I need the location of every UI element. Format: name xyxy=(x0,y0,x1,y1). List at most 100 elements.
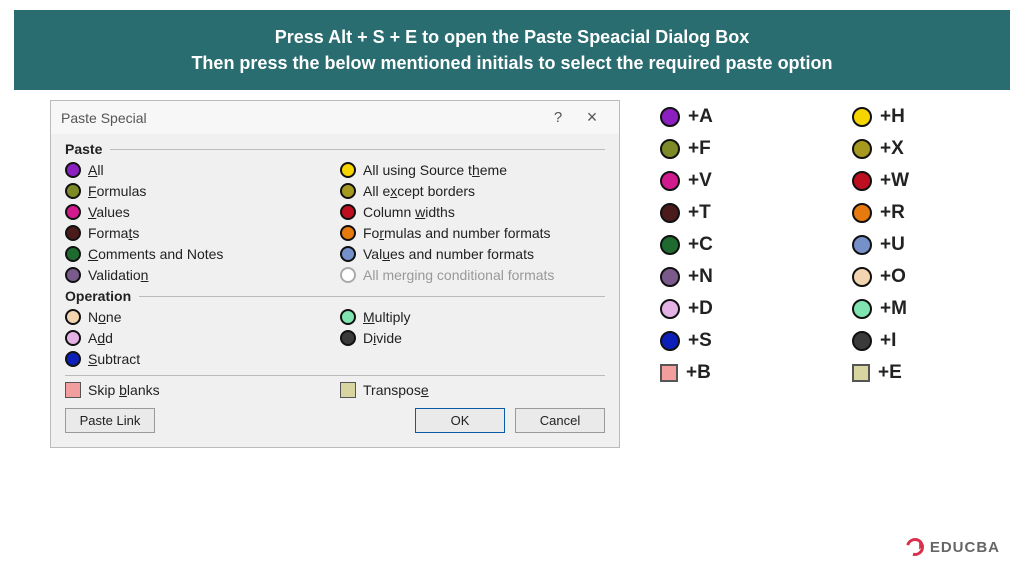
option-label: Subtract xyxy=(88,351,140,367)
operation-option[interactable]: Add xyxy=(65,327,330,348)
checkbox-row: Skip blanks Transpose xyxy=(65,382,605,398)
legend-item: +H xyxy=(852,106,994,128)
shortcut-legend: +A+H+F+X+V+W+T+R+C+U+N+O+D+M+S+I+B+E xyxy=(620,106,994,448)
paste-option[interactable]: Formats xyxy=(65,222,330,243)
option-label: Add xyxy=(88,330,113,346)
legend-item: +B xyxy=(660,362,802,384)
legend-key: +F xyxy=(688,138,711,160)
operation-group-label: Operation xyxy=(65,288,605,304)
logo-text: EDUCBA xyxy=(930,539,1000,556)
legend-item: +N xyxy=(660,266,802,288)
paste-options-grid: All All using Source theme Formulas All exc… xyxy=(65,159,605,285)
ok-button[interactable]: OK xyxy=(415,408,505,433)
transpose-label: Transpose xyxy=(363,382,429,398)
radio-icon xyxy=(65,330,81,346)
banner-line2: Then press the below mentioned initials … xyxy=(34,50,990,76)
legend-key: +A xyxy=(688,106,713,128)
cancel-button[interactable]: Cancel xyxy=(515,408,605,433)
option-label: Formats xyxy=(88,225,139,241)
operation-option[interactable]: Divide xyxy=(340,327,605,348)
paste-group-label: Paste xyxy=(65,141,605,157)
operation-options-grid: None Multiply Add Divide Subtract xyxy=(65,306,605,369)
radio-icon xyxy=(65,183,81,199)
legend-item: +X xyxy=(852,138,994,160)
radio-icon xyxy=(65,225,81,241)
paste-option[interactable]: All using Source theme xyxy=(340,159,605,180)
legend-item: +U xyxy=(852,234,994,256)
operation-option[interactable]: Subtract xyxy=(65,348,330,369)
close-icon[interactable]: × xyxy=(575,107,609,128)
legend-key: +C xyxy=(688,234,713,256)
dot-icon xyxy=(660,139,680,159)
operation-option[interactable]: None xyxy=(65,306,330,327)
paste-special-dialog: Paste Special ? × Paste AllAll using Sou… xyxy=(50,100,620,448)
paste-option[interactable]: Values xyxy=(65,201,330,222)
paste-option[interactable]: Comments and Notes xyxy=(65,243,330,264)
legend-item: +V xyxy=(660,170,802,192)
legend-key: +W xyxy=(880,170,909,192)
radio-icon xyxy=(65,309,81,325)
legend-key: +S xyxy=(688,330,712,352)
dot-icon xyxy=(660,235,680,255)
legend-item: +O xyxy=(852,266,994,288)
help-icon[interactable]: ? xyxy=(541,109,575,126)
legend-key: +E xyxy=(878,362,902,384)
legend-item: +M xyxy=(852,298,994,320)
radio-icon xyxy=(340,309,356,325)
radio-icon xyxy=(65,267,81,283)
paste-option[interactable]: Column widths xyxy=(340,201,605,222)
transpose-checkbox[interactable]: Transpose xyxy=(340,382,605,398)
square-icon xyxy=(660,364,678,382)
educba-logo: EDUCBA xyxy=(906,538,1000,556)
operation-option[interactable]: Multiply xyxy=(340,306,605,327)
legend-key: +I xyxy=(880,330,896,352)
paste-option[interactable]: Formulas and number formats xyxy=(340,222,605,243)
legend-item: +C xyxy=(660,234,802,256)
paste-option[interactable]: Values and number formats xyxy=(340,243,605,264)
option-label: Divide xyxy=(363,330,402,346)
dot-icon xyxy=(852,331,872,351)
legend-item: +F xyxy=(660,138,802,160)
radio-icon xyxy=(65,246,81,262)
paste-link-button[interactable]: Paste Link xyxy=(65,408,155,433)
option-label: Formulas xyxy=(88,183,146,199)
option-label: Values xyxy=(88,204,130,220)
radio-icon xyxy=(340,267,356,283)
legend-item: +S xyxy=(660,330,802,352)
legend-key: +D xyxy=(688,298,713,320)
radio-icon xyxy=(340,225,356,241)
instruction-banner: Press Alt + S + E to open the Paste Spea… xyxy=(14,10,1010,90)
legend-item: +A xyxy=(660,106,802,128)
dot-icon xyxy=(852,267,872,287)
dot-icon xyxy=(660,107,680,127)
option-label: None xyxy=(88,309,122,325)
option-label: Formulas and number formats xyxy=(363,225,551,241)
legend-key: +V xyxy=(688,170,712,192)
option-label: Validation xyxy=(88,267,148,283)
radio-icon xyxy=(65,351,81,367)
legend-key: +X xyxy=(880,138,904,160)
option-label: All except borders xyxy=(363,183,475,199)
paste-option[interactable]: All xyxy=(65,159,330,180)
checkbox-icon xyxy=(340,382,356,398)
dot-icon xyxy=(852,203,872,223)
option-label: Multiply xyxy=(363,309,410,325)
dot-icon xyxy=(852,235,872,255)
legend-key: +H xyxy=(880,106,905,128)
legend-item: +T xyxy=(660,202,802,224)
paste-option[interactable]: All except borders xyxy=(340,180,605,201)
paste-option[interactable]: Formulas xyxy=(65,180,330,201)
option-label: Column widths xyxy=(363,204,455,220)
dot-icon xyxy=(852,139,872,159)
skip-blanks-checkbox[interactable]: Skip blanks xyxy=(65,382,330,398)
divider xyxy=(65,375,605,376)
radio-icon xyxy=(340,183,356,199)
legend-key: +M xyxy=(880,298,907,320)
legend-key: +N xyxy=(688,266,713,288)
main-area: Paste Special ? × Paste AllAll using Sou… xyxy=(0,100,1024,458)
dot-icon xyxy=(660,299,680,319)
paste-option[interactable]: Validation xyxy=(65,264,330,285)
option-label: All merging conditional formats xyxy=(363,267,554,283)
checkbox-icon xyxy=(65,382,81,398)
option-label: All xyxy=(88,162,104,178)
